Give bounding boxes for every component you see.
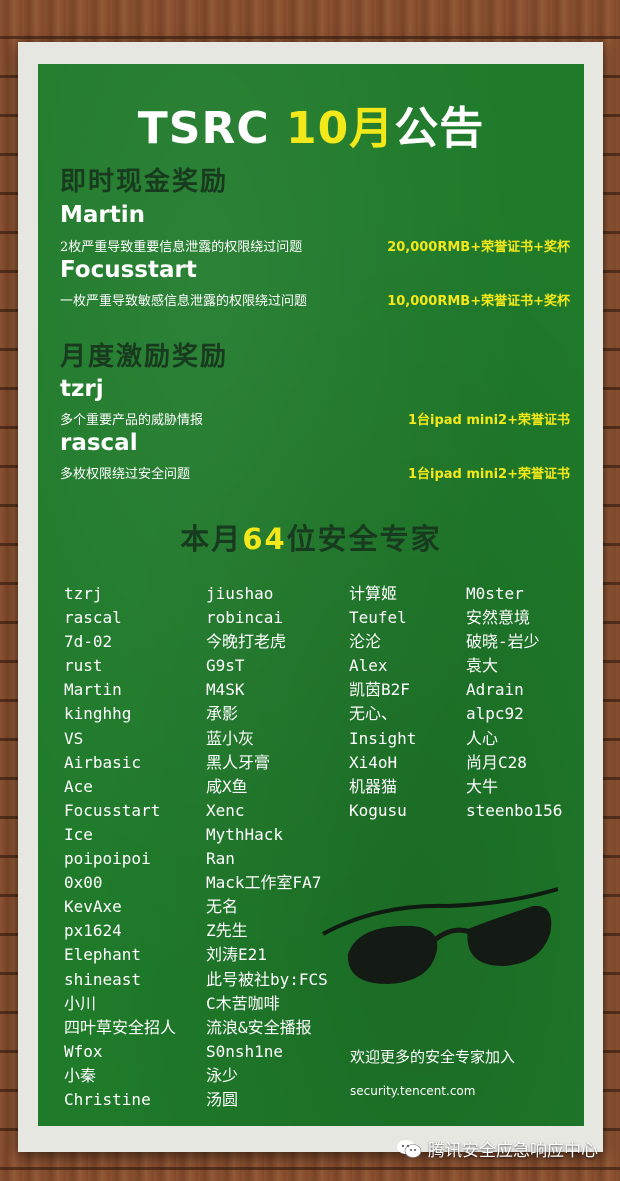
- expert-name: 计算姬: [349, 584, 398, 603]
- expert-name: Kogusu: [349, 800, 407, 820]
- expert-name: Martin: [64, 680, 122, 700]
- expert-name: Xenc: [206, 800, 245, 820]
- expert-name: Mack工作室FA7: [206, 873, 322, 893]
- expert-name: Ace: [64, 776, 93, 796]
- winner-desc: 多个重要产品的威胁情报: [60, 413, 204, 428]
- expert-name: 咸X鱼: [206, 776, 248, 796]
- expert-name: 泳少: [206, 1065, 239, 1085]
- expert-name: 7d-02: [64, 632, 113, 652]
- winner-prize: 10,000RMB+荣誉证书+奖杯: [387, 294, 570, 309]
- page-title: TSRC 10月公告: [137, 103, 485, 154]
- expert-name: shineast: [64, 969, 142, 989]
- expert-name: Insight: [349, 728, 417, 748]
- expert-name: rascal: [64, 608, 122, 628]
- expert-name: M4SK: [206, 680, 245, 700]
- expert-name: Airbasic: [64, 752, 142, 772]
- expert-name: 沦沦: [349, 632, 382, 652]
- expert-name: KevAxe: [64, 897, 122, 917]
- experts-column-4: M0ster 安然意境破晓-岩少袁大 Adrain alpc92 人心尚月C28 大牛 st…: [466, 582, 562, 823]
- expert-name: Ice: [64, 824, 93, 844]
- expert-name: S0nsh1ne: [206, 1041, 284, 1061]
- sunglasses-icon: [322, 887, 559, 984]
- winner-desc: 多枚权限绕过安全问题: [60, 467, 191, 482]
- expert-name: jiushao: [206, 584, 274, 603]
- expert-name: 机器猫: [349, 776, 398, 796]
- expert-name: 破晓-岩少: [466, 632, 540, 652]
- expert-name: 大牛: [466, 776, 499, 796]
- expert-name: 刘涛E21: [206, 945, 267, 965]
- expert-name: robincai: [206, 608, 284, 628]
- expert-name: Z先生: [206, 921, 248, 941]
- expert-name: Elephant: [64, 945, 142, 965]
- welcome-text: 欢迎更多的安全专家加入: [350, 1048, 516, 1066]
- expert-name: Adrain: [466, 680, 524, 700]
- expert-name: steenbo156: [466, 800, 563, 820]
- expert-name: Focusstart: [64, 800, 161, 820]
- expert-name: 四叶草安全招人: [64, 1017, 177, 1037]
- expert-name: 0x00: [64, 873, 103, 893]
- experts-column-3: 计算姬 Teufel 沦沦 Alex 凯茵B2F 无心、 Insight Xi4oH 机器猫 Ko…: [349, 582, 416, 823]
- winner-desc: 2枚严重导致重要信息泄露的权限绕过问题: [60, 240, 303, 255]
- winner-prize: 20,000RMB+荣誉证书+奖杯: [387, 240, 570, 255]
- wechat-icon: [397, 1139, 422, 1158]
- wechat-account-name: 腾讯安全应急响应中心: [428, 1141, 598, 1161]
- winner-name: Focusstart: [60, 257, 197, 283]
- expert-name: G9sT: [206, 656, 245, 676]
- expert-name: VS: [64, 728, 84, 748]
- expert-name: Teufel: [349, 608, 407, 628]
- expert-name: 汤圆: [206, 1089, 239, 1109]
- experts-column-1: tzrj rascal 7d-02 rust Martin kinghhg VS Airbas…: [64, 582, 176, 1112]
- winner-prize: 1台ipad mini2+荣誉证书: [407, 413, 570, 428]
- expert-name: Christine: [64, 1089, 151, 1109]
- expert-name: poipoipoi: [64, 849, 151, 869]
- expert-name: alpc92: [466, 704, 524, 724]
- expert-name: 黑人牙膏: [206, 752, 271, 772]
- monthly-reward-heading: 月度激励奖励: [60, 342, 229, 372]
- expert-name: 蓝小灰: [206, 728, 255, 748]
- expert-name: 此号被社by:FCS: [206, 969, 328, 989]
- expert-name: 无心、: [349, 704, 398, 724]
- expert-name: 流浪&安全播报: [206, 1017, 312, 1037]
- expert-name: 凯茵B2F: [349, 680, 410, 700]
- site-url: security.tencent.com: [350, 1084, 476, 1098]
- expert-name: kinghhg: [64, 704, 132, 724]
- expert-name: Alex: [349, 656, 388, 676]
- expert-name: 承影: [206, 704, 239, 724]
- expert-name: rust: [64, 656, 103, 676]
- expert-name: 袁大: [466, 656, 499, 676]
- winner-prize: 1台ipad mini2+荣誉证书: [407, 467, 570, 482]
- expert-name: M0ster: [466, 584, 524, 603]
- winner-desc: 一枚严重导致敏感信息泄露的权限绕过问题: [60, 294, 308, 309]
- expert-name: 无名: [206, 897, 239, 917]
- expert-name: 尚月C28: [466, 752, 527, 772]
- winner-name: tzrj: [60, 376, 104, 402]
- expert-name: Ran: [206, 849, 235, 869]
- expert-name: 今晚打老虎: [206, 632, 287, 652]
- experts-heading: 本月64位安全专家: [180, 522, 442, 556]
- expert-name: tzrj: [64, 584, 103, 603]
- expert-name: MythHack: [206, 824, 284, 844]
- experts-column-2: jiushao robincai 今晚打老虎 G9sT M4SK 承影蓝小灰黑人牙膏咸X鱼…: [206, 582, 328, 1112]
- announcement-board: TSRC 10月公告 即时现金奖励 Martin 2枚严重导致重要信息泄露的权限…: [38, 64, 584, 1126]
- winner-name: rascal: [60, 430, 138, 456]
- expert-name: Wfox: [64, 1041, 103, 1061]
- expert-name: 安然意境: [466, 608, 531, 628]
- winner-name: Martin: [60, 202, 146, 228]
- wechat-watermark: 腾讯安全应急响应中心: [396, 1136, 598, 1161]
- expert-name: 人心: [466, 728, 499, 748]
- expert-name: px1624: [64, 921, 122, 941]
- expert-name: C木苦咖啡: [206, 993, 280, 1013]
- expert-name: 小川: [64, 993, 97, 1013]
- expert-name: 小秦: [64, 1065, 97, 1085]
- instant-reward-heading: 即时现金奖励: [60, 167, 229, 197]
- expert-name: Xi4oH: [349, 752, 398, 772]
